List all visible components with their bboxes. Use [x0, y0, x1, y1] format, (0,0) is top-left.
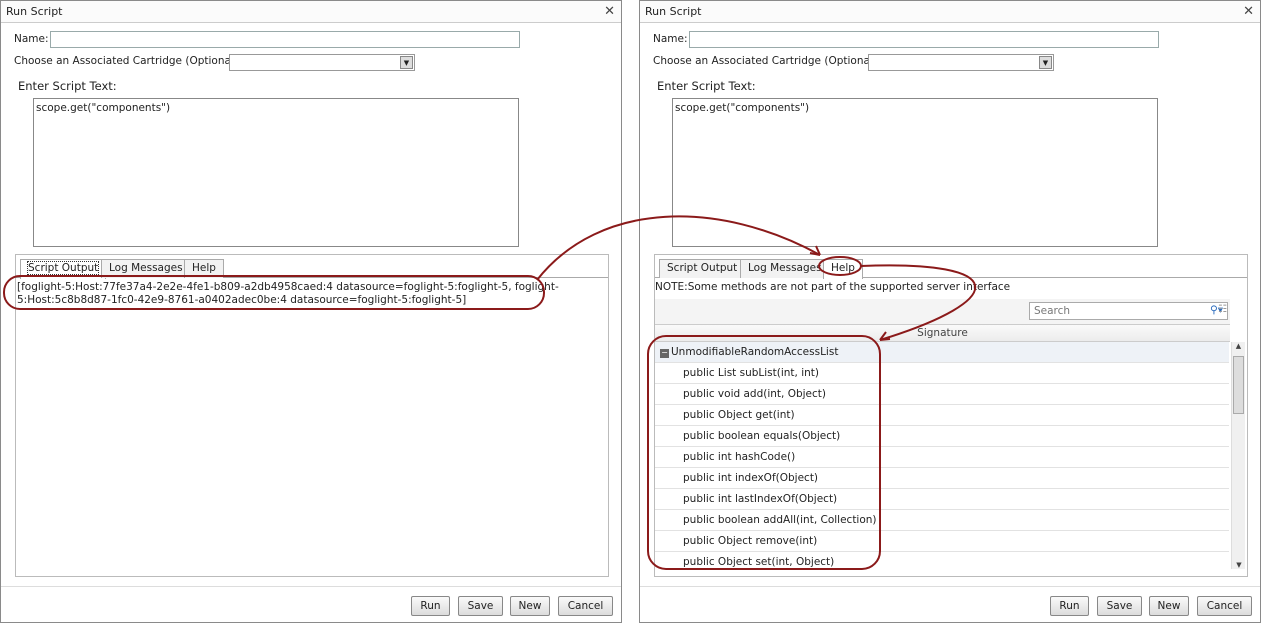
new-button[interactable]: New	[1149, 596, 1189, 616]
run-button[interactable]: Run	[1050, 596, 1089, 616]
cartridge-label: Choose an Associated Cartridge (Optional…	[14, 55, 242, 67]
tab-script-output[interactable]: Script Output	[20, 259, 107, 279]
help-note: NOTE:Some methods are not part of the su…	[655, 281, 1011, 293]
tab-help[interactable]: Help	[184, 259, 224, 278]
dialog-title: Run Script	[6, 5, 63, 18]
cancel-button[interactable]: Cancel	[1197, 596, 1252, 616]
tab-label: Script Output	[26, 261, 100, 275]
chevron-down-icon[interactable]: ▼	[400, 56, 413, 69]
method-row[interactable]: public int hashCode()	[655, 447, 1229, 468]
output-line: [foglight-5:Host:77fe37a4-2e2e-4fe1-b809…	[17, 281, 559, 293]
scrollbar-thumb[interactable]	[1233, 356, 1244, 414]
group-label: UnmodifiableRandomAccessList	[671, 346, 839, 358]
collapse-icon[interactable]: −	[660, 349, 669, 358]
scrollbar[interactable]: ▲ ▼	[1231, 342, 1245, 569]
tab-script-output[interactable]: Script Output	[659, 259, 746, 278]
tab-log-messages[interactable]: Log Messages	[740, 259, 830, 278]
method-list: − UnmodifiableRandomAccessList public Lis…	[655, 342, 1230, 569]
name-label: Name:	[653, 33, 688, 45]
method-row[interactable]: public boolean equals(Object)	[655, 426, 1229, 447]
method-row[interactable]: public Object get(int)	[655, 405, 1229, 426]
method-row[interactable]: public boolean addAll(int, Collection)	[655, 510, 1229, 531]
name-input[interactable]	[689, 31, 1159, 48]
close-icon[interactable]: ✕	[1243, 1, 1254, 23]
method-row[interactable]: public Object set(int, Object)	[655, 552, 1229, 569]
save-button[interactable]: Save	[458, 596, 503, 616]
cartridge-select[interactable]: ▼	[868, 54, 1054, 71]
close-icon[interactable]: ✕	[604, 1, 615, 23]
cartridge-select[interactable]: ▼	[229, 54, 415, 71]
save-button[interactable]: Save	[1097, 596, 1142, 616]
script-textarea[interactable]: scope.get("components")	[672, 98, 1158, 247]
method-row[interactable]: public List subList(int, int)	[655, 363, 1229, 384]
dialog-title: Run Script	[645, 5, 702, 18]
method-row[interactable]: public Object remove(int)	[655, 531, 1229, 552]
scroll-down-icon[interactable]: ▼	[1232, 561, 1246, 569]
search-input[interactable]: Search ⚲▾	[1029, 302, 1228, 320]
method-row[interactable]: public int lastIndexOf(Object)	[655, 489, 1229, 510]
tab-log-messages[interactable]: Log Messages	[101, 259, 191, 278]
run-button[interactable]: Run	[411, 596, 450, 616]
script-label: Enter Script Text:	[18, 79, 117, 93]
tab-help[interactable]: Help	[823, 259, 863, 279]
group-row[interactable]: − UnmodifiableRandomAccessList	[655, 342, 1229, 363]
scroll-up-icon[interactable]: ▲	[1232, 342, 1245, 350]
method-row[interactable]: public void add(int, Object)	[655, 384, 1229, 405]
cancel-button[interactable]: Cancel	[558, 596, 613, 616]
output-line: 5:Host:5c8b8d87-1fc0-42e9-8761-a0402adec…	[17, 294, 467, 306]
script-textarea[interactable]: scope.get("components")	[33, 98, 519, 247]
chevron-down-icon[interactable]: ▼	[1039, 56, 1052, 69]
script-label: Enter Script Text:	[657, 79, 756, 93]
method-row[interactable]: public int indexOf(Object)	[655, 468, 1229, 489]
run-script-dialog-left: Run Script ✕ Name: Choose an Associated C…	[0, 0, 622, 623]
output-panel: Script Output Log Messages Help NOTE:Som…	[654, 254, 1248, 577]
dialog-title-bar: Run Script ✕	[640, 1, 1260, 23]
name-input[interactable]	[50, 31, 520, 48]
output-panel: Script Output Log Messages Help [fogligh…	[15, 254, 609, 577]
help-table: Search ⚲▾ ☷ Signature − UnmodifiableRandom…	[655, 299, 1245, 569]
cartridge-label: Choose an Associated Cartridge (Optional…	[653, 55, 881, 67]
name-label: Name:	[14, 33, 49, 45]
dialog-title-bar: Run Script ✕	[1, 1, 621, 23]
run-script-dialog-right: Run Script ✕ Name: Choose an Associated C…	[639, 0, 1261, 623]
script-output-text: [foglight-5:Host:77fe37a4-2e2e-4fe1-b809…	[17, 281, 559, 307]
new-button[interactable]: New	[510, 596, 550, 616]
signature-column-header[interactable]: Signature	[655, 324, 1230, 342]
column-options-icon[interactable]: ☷	[1218, 304, 1227, 315]
search-placeholder: Search	[1034, 305, 1071, 317]
